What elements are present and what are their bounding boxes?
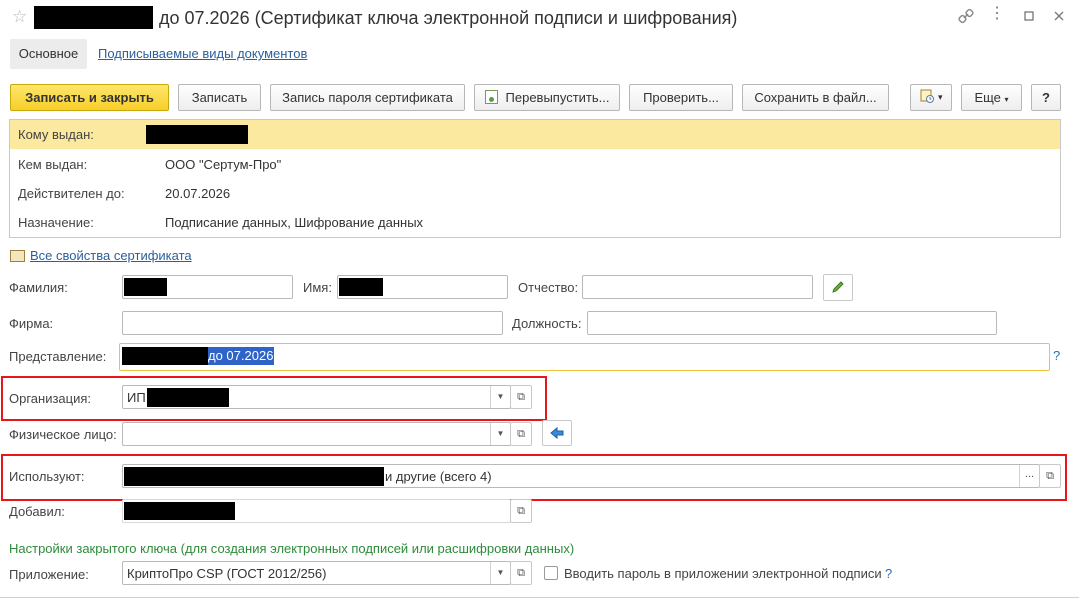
chevron-down-icon: ▾ bbox=[1004, 95, 1009, 104]
tab-main[interactable]: Основное bbox=[10, 39, 87, 69]
position-label: Должность: bbox=[512, 316, 582, 331]
purpose-value: Подписание данных, Шифрование данных bbox=[165, 215, 424, 230]
patronymic-label: Отчество: bbox=[518, 280, 579, 295]
check-button[interactable]: Проверить... bbox=[629, 84, 733, 111]
redacted-issued-to bbox=[146, 125, 248, 144]
edit-name-button[interactable] bbox=[823, 274, 853, 301]
enter-password-checkbox[interactable] bbox=[544, 566, 558, 580]
users-input[interactable]: и другие (всего 4) ... bbox=[122, 464, 1040, 488]
valid-until-label: Действителен до: bbox=[18, 186, 125, 201]
person-label: Физическое лицо: bbox=[9, 427, 117, 442]
all-certificate-properties-link[interactable]: Все свойства сертификата bbox=[30, 248, 192, 263]
more-button[interactable]: Еще ▾ bbox=[961, 84, 1022, 111]
redacted-representation bbox=[122, 347, 208, 365]
reissue-button[interactable]: Перевыпустить... bbox=[474, 84, 620, 111]
more-icon[interactable]: ⋮ bbox=[989, 6, 1005, 24]
added-by-field bbox=[122, 499, 511, 523]
enter-password-help-icon[interactable]: ? bbox=[885, 566, 892, 581]
restore-icon[interactable] bbox=[1021, 8, 1037, 24]
save-and-close-button[interactable]: Записать и закрыть bbox=[10, 84, 169, 111]
open-application-button[interactable]: ⧉ bbox=[510, 561, 532, 585]
certificate-icon bbox=[10, 250, 25, 262]
link-icon[interactable] bbox=[958, 8, 974, 24]
reissue-icon bbox=[484, 90, 498, 104]
application-label: Приложение: bbox=[9, 567, 89, 582]
application-value: КриптоПро CSP (ГОСТ 2012/256) bbox=[127, 566, 327, 581]
patronymic-input[interactable] bbox=[582, 275, 813, 299]
representation-help-icon[interactable]: ? bbox=[1053, 348, 1060, 363]
person-select[interactable]: ▼ bbox=[122, 422, 511, 446]
valid-until-value: 20.07.2026 bbox=[165, 186, 231, 201]
users-suffix: и другие (всего 4) bbox=[385, 469, 492, 484]
arrow-left-icon bbox=[550, 426, 564, 440]
issued-by-label: Кем выдан: bbox=[18, 157, 88, 172]
organization-prefix: ИП bbox=[127, 390, 146, 405]
users-label: Используют: bbox=[9, 469, 85, 484]
redacted-added-by bbox=[124, 502, 235, 520]
representation-input[interactable]: до 07.2026 bbox=[119, 343, 1050, 371]
star-icon[interactable]: ☆ bbox=[12, 8, 28, 26]
firm-input[interactable] bbox=[122, 311, 503, 335]
reissue-label: Перевыпустить... bbox=[505, 90, 610, 105]
redacted-firstname bbox=[339, 278, 383, 296]
lastname-label: Фамилия: bbox=[9, 280, 68, 295]
firstname-label: Имя: bbox=[303, 280, 332, 295]
lastname-input[interactable] bbox=[122, 275, 293, 299]
more-label: Еще bbox=[974, 90, 1001, 105]
window-title: до 07.2026 (Сертификат ключа электронной… bbox=[159, 8, 738, 28]
redacted-lastname bbox=[124, 278, 167, 296]
select-users-button[interactable]: ... bbox=[1019, 465, 1039, 487]
bottom-divider bbox=[0, 597, 1079, 598]
application-select[interactable]: КриптоПро CSP (ГОСТ 2012/256) ▼ bbox=[122, 561, 511, 585]
pencil-icon bbox=[832, 281, 844, 293]
tab-signed-doc-types[interactable]: Подписываемые виды документов bbox=[98, 39, 307, 69]
open-users-button[interactable]: ⧉ bbox=[1039, 464, 1061, 488]
open-added-by-button[interactable]: ⧉ bbox=[510, 499, 532, 523]
issued-to-label: Кому выдан: bbox=[18, 127, 94, 142]
representation-selected-text: до 07.2026 bbox=[208, 347, 275, 365]
added-by-label: Добавил: bbox=[9, 504, 65, 519]
representation-label: Представление: bbox=[9, 349, 107, 364]
firstname-input[interactable] bbox=[337, 275, 508, 299]
enter-password-label: Вводить пароль в приложении электронной … bbox=[564, 566, 882, 581]
purpose-label: Назначение: bbox=[18, 215, 94, 230]
organization-select[interactable]: ИП ▼ bbox=[122, 385, 511, 409]
print-menu-button[interactable]: ▾ bbox=[910, 84, 952, 111]
redacted-users bbox=[124, 467, 384, 486]
redacted-title-name bbox=[34, 6, 153, 29]
chevron-down-icon[interactable]: ▼ bbox=[490, 562, 510, 584]
save-button[interactable]: Записать bbox=[178, 84, 261, 111]
chevron-down-icon[interactable]: ▼ bbox=[490, 423, 510, 445]
private-key-section-title: Настройки закрытого ключа (для создания … bbox=[9, 541, 575, 556]
save-to-file-button[interactable]: Сохранить в файл... bbox=[742, 84, 889, 111]
close-icon[interactable] bbox=[1051, 8, 1067, 24]
organization-label: Организация: bbox=[9, 391, 92, 406]
password-record-button[interactable]: Запись пароля сертификата bbox=[270, 84, 465, 111]
position-input[interactable] bbox=[587, 311, 997, 335]
redacted-organization bbox=[147, 388, 229, 407]
help-button[interactable]: ? bbox=[1031, 84, 1061, 111]
open-person-button[interactable]: ⧉ bbox=[510, 422, 532, 446]
print-icon bbox=[920, 89, 935, 103]
fill-person-button[interactable] bbox=[542, 420, 572, 446]
issued-by-value: ООО "Сертум-Про" bbox=[165, 157, 282, 172]
chevron-down-icon[interactable]: ▼ bbox=[490, 386, 510, 408]
firm-label: Фирма: bbox=[9, 316, 54, 331]
open-organization-button[interactable]: ⧉ bbox=[510, 385, 532, 409]
